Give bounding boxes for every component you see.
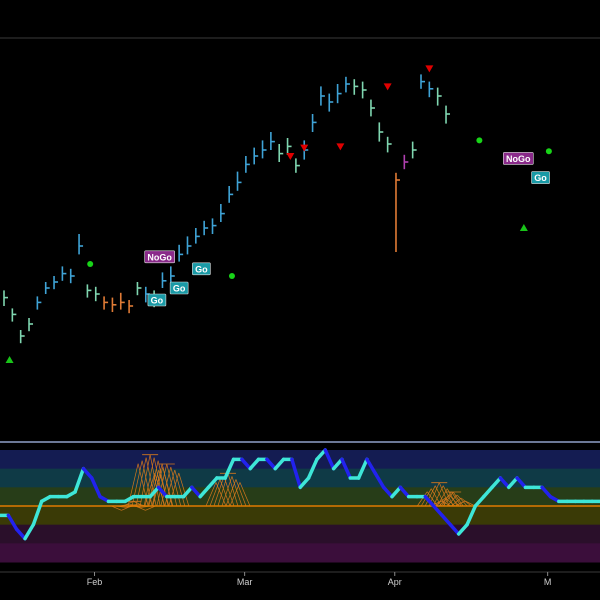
signal-dot: [545, 148, 552, 155]
tag-label: Go: [534, 173, 547, 183]
oscillator-band: [0, 524, 600, 544]
tag-label: Go: [173, 284, 186, 294]
x-tick-label: M: [544, 577, 552, 587]
nogo-tag: NoGo: [144, 250, 175, 264]
chart-canvas: NoGoGoGoGoNoGoGo Feb Mar Apr M: [0, 0, 600, 600]
go-tag: Go: [531, 171, 550, 184]
tag-label: NoGo: [147, 252, 172, 262]
x-tick-label: Mar: [237, 577, 253, 587]
oscillator-panel: [0, 448, 600, 563]
tag-label: Go: [195, 264, 208, 274]
oscillator-band: [0, 487, 600, 507]
x-tick-label: Feb: [87, 577, 103, 587]
x-tick-label: Apr: [388, 577, 402, 587]
signal-dot: [228, 273, 235, 279]
tag-label: Go: [151, 296, 164, 306]
go-tag: Go: [192, 262, 211, 276]
go-tag: Go: [169, 281, 189, 295]
signal-dot: [87, 261, 94, 267]
go-tag: Go: [147, 293, 167, 307]
oscillator-band: [0, 543, 600, 563]
nogo-tag: NoGo: [502, 152, 534, 165]
oscillator-band: [0, 506, 600, 526]
signal-dot: [476, 137, 483, 144]
tag-label: NoGo: [506, 154, 531, 164]
oscillator-band: [0, 450, 600, 470]
